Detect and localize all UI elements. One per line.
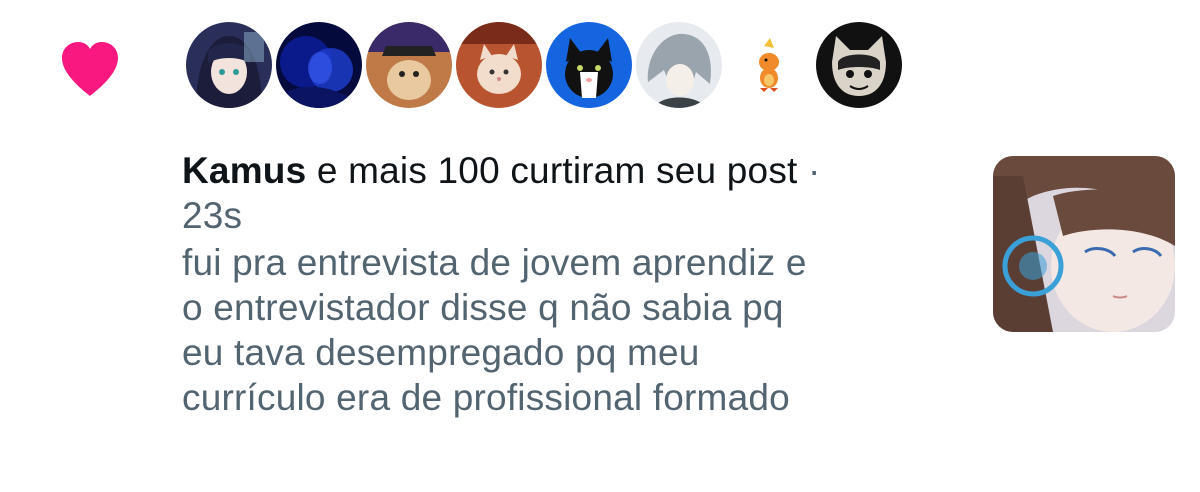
- separator-dot: ·: [797, 150, 821, 191]
- post-line: eu tava desempregado pq meu: [182, 332, 700, 373]
- avatar[interactable]: [726, 22, 812, 108]
- avatar[interactable]: [546, 22, 632, 108]
- actor-name[interactable]: Kamus: [182, 150, 306, 191]
- like-notification[interactable]: Kamus e mais 100 curtiram seu post · 23s…: [0, 0, 1200, 492]
- liker-avatars: [186, 22, 902, 108]
- avatar[interactable]: [276, 22, 362, 108]
- avatar[interactable]: [186, 22, 272, 108]
- heart-icon: [62, 42, 118, 96]
- post-line: fui pra entrevista de jovem aprendiz e: [182, 242, 807, 283]
- avatar[interactable]: [816, 22, 902, 108]
- avatar[interactable]: [456, 22, 542, 108]
- action-text: e mais 100 curtiram seu post: [306, 150, 798, 191]
- post-thumbnail[interactable]: [993, 156, 1175, 332]
- timestamp: 23s: [182, 195, 243, 236]
- post-line: currículo era de profissional formado: [182, 377, 790, 418]
- avatar[interactable]: [366, 22, 452, 108]
- notification-headline: Kamus e mais 100 curtiram seu post ·: [182, 148, 952, 193]
- post-preview[interactable]: fui pra entrevista de jovem aprendiz e o…: [182, 240, 952, 420]
- avatar[interactable]: [636, 22, 722, 108]
- post-line: o entrevistador disse q não sabia pq: [182, 287, 784, 328]
- notification-text: Kamus e mais 100 curtiram seu post · 23s…: [182, 148, 952, 420]
